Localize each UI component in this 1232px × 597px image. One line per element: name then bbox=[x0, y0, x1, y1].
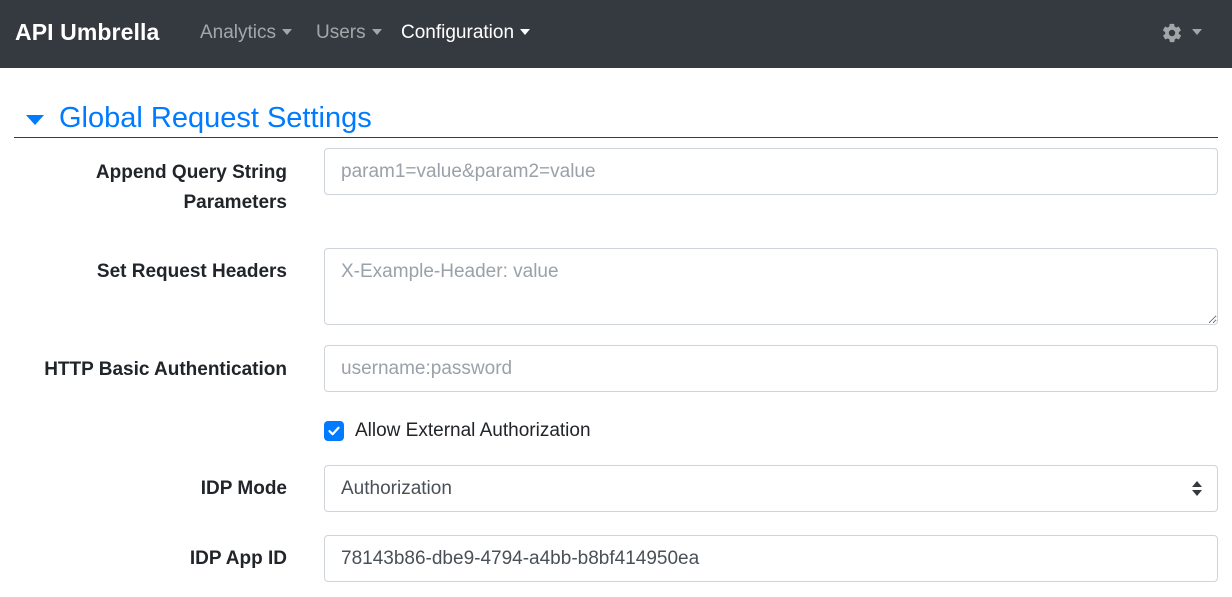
append-query-label-line1: Append Query String bbox=[95, 162, 287, 183]
caret-down-icon bbox=[26, 115, 44, 125]
checkmark-icon bbox=[328, 426, 340, 436]
nav-analytics-label: Analytics bbox=[200, 22, 277, 43]
brand-logo-text[interactable]: API Umbrella bbox=[15, 19, 159, 46]
nav-analytics-dropdown[interactable]: Analytics bbox=[200, 22, 293, 44]
settings-dropdown[interactable] bbox=[1161, 22, 1202, 44]
chevron-down-icon bbox=[282, 29, 293, 35]
section-title: Global Request Settings bbox=[59, 102, 372, 134]
idp-mode-label: IDP Mode bbox=[200, 478, 287, 499]
append-query-label: Append Query String Parameters bbox=[96, 158, 287, 218]
gear-icon bbox=[1162, 23, 1182, 43]
idp-app-id-label: IDP App ID bbox=[189, 548, 287, 569]
nav-users-label: Users bbox=[316, 22, 366, 43]
request-headers-textarea[interactable] bbox=[324, 248, 1218, 325]
chevron-down-icon bbox=[371, 29, 382, 35]
chevron-down-icon bbox=[1192, 29, 1202, 35]
nav-users-dropdown[interactable]: Users bbox=[316, 22, 382, 44]
append-query-label-line2: Parameters bbox=[183, 192, 287, 213]
idp-mode-select[interactable]: Authorization bbox=[324, 465, 1218, 512]
basic-auth-label: HTTP Basic Authentication bbox=[44, 359, 287, 380]
append-query-input[interactable] bbox=[324, 148, 1218, 195]
chevron-down-icon bbox=[520, 29, 531, 35]
basic-auth-input[interactable] bbox=[324, 345, 1218, 392]
idp-app-id-input[interactable] bbox=[324, 535, 1218, 582]
select-arrows-icon bbox=[1192, 481, 1202, 497]
external-auth-checkbox[interactable] bbox=[324, 421, 344, 441]
request-headers-label: Set Request Headers bbox=[96, 261, 287, 282]
external-auth-checkbox-row[interactable]: Allow External Authorization bbox=[324, 420, 591, 442]
section-toggle-global-request-settings[interactable]: Global Request Settings bbox=[14, 100, 1218, 138]
nav-configuration-dropdown[interactable]: Configuration bbox=[401, 22, 531, 44]
external-auth-label: Allow External Authorization bbox=[355, 420, 591, 441]
nav-configuration-label: Configuration bbox=[401, 22, 515, 43]
idp-mode-selected-value: Authorization bbox=[341, 478, 452, 499]
top-navbar: API Umbrella Analytics Users Configurati… bbox=[0, 0, 1232, 68]
